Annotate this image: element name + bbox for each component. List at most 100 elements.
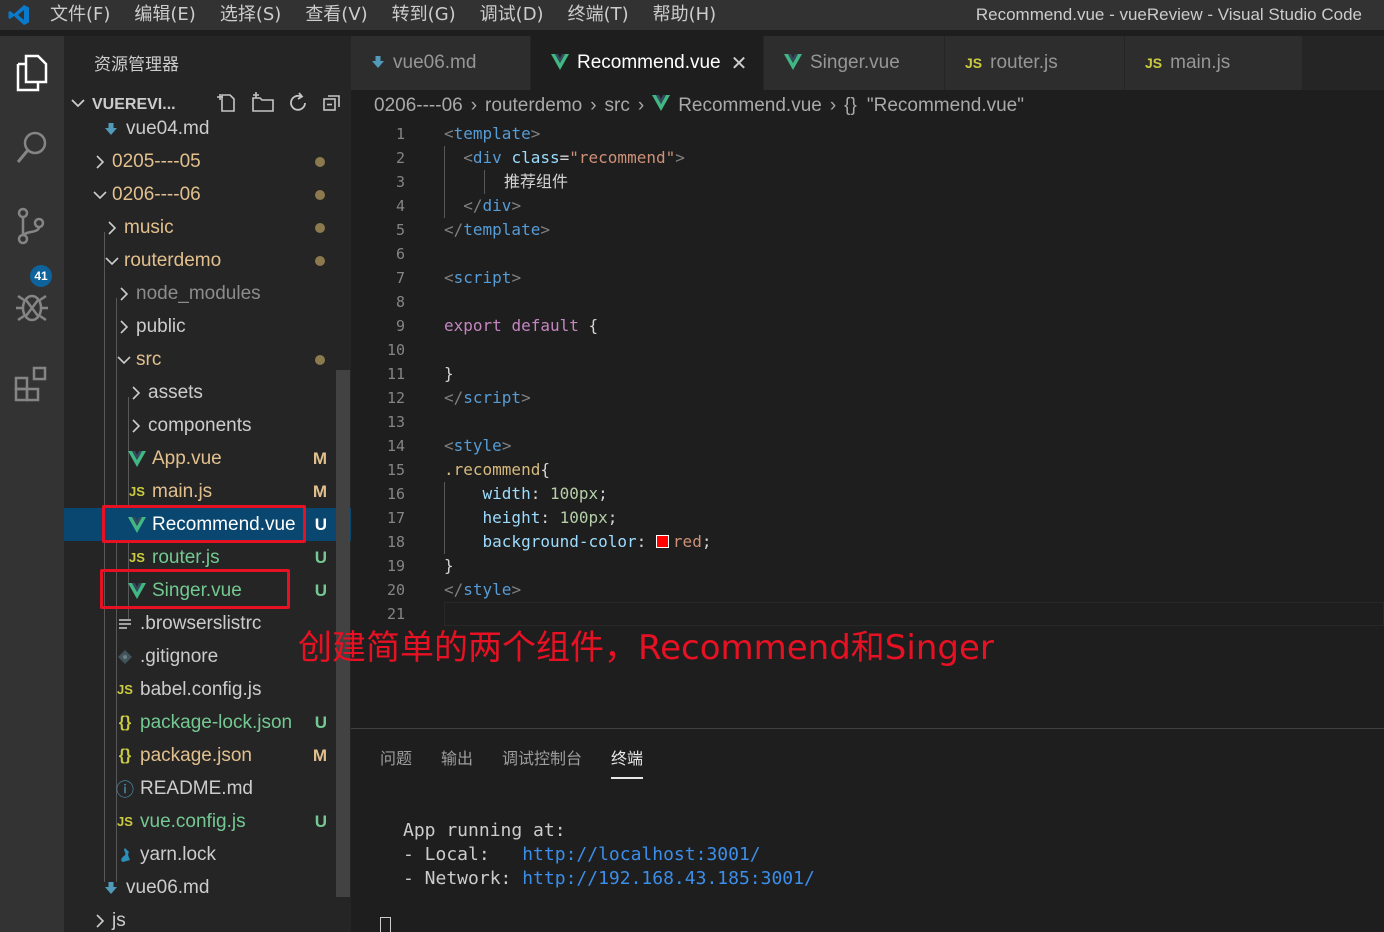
tab-vue06-md[interactable]: vue06.md bbox=[351, 36, 531, 90]
tree-item-0206-06[interactable]: 0206----06 bbox=[64, 178, 351, 211]
tree-item-babel-config-js[interactable]: JS babel.config.js bbox=[64, 673, 351, 706]
modified-dot bbox=[315, 156, 325, 167]
terminal-cursor bbox=[380, 917, 391, 932]
chevron-right-icon bbox=[116, 310, 132, 343]
local-url-link[interactable]: http://localhost:3001/ bbox=[522, 844, 760, 865]
source-control-icon[interactable] bbox=[0, 190, 64, 262]
tree-item-js[interactable]: js bbox=[64, 904, 351, 932]
terminal-line: App running at: bbox=[403, 820, 566, 841]
menu-debug[interactable]: 调试(D) bbox=[468, 0, 556, 30]
git-icon bbox=[114, 649, 136, 664]
menu-help[interactable]: 帮助(H) bbox=[641, 0, 729, 30]
javascript-icon: JS bbox=[965, 55, 983, 71]
code-line-9: export default { bbox=[444, 316, 599, 335]
menu-edit[interactable]: 编辑(E) bbox=[122, 0, 207, 30]
tab-main-js[interactable]: JS main.js bbox=[1125, 36, 1303, 90]
menu-view[interactable]: 查看(V) bbox=[293, 0, 379, 30]
tree-item-components[interactable]: components bbox=[64, 409, 351, 442]
tree-item-node-modules[interactable]: node_modules bbox=[64, 277, 351, 310]
tree-item-assets[interactable]: assets bbox=[64, 376, 351, 409]
editor-tabs: vue06.md Recommend.vue ✕ Singer.vue JS r… bbox=[351, 36, 1384, 90]
menu-go[interactable]: 转到(G) bbox=[380, 0, 468, 30]
line-number: 11 bbox=[386, 365, 405, 383]
modified-dot bbox=[315, 354, 325, 365]
javascript-icon: JS bbox=[129, 484, 145, 499]
chevron-down-icon bbox=[104, 244, 120, 277]
network-url-link[interactable]: http://192.168.43.185:3001/ bbox=[522, 868, 815, 889]
lines-icon bbox=[114, 618, 136, 630]
code-line-20: </style> bbox=[444, 580, 522, 599]
line-number: 1 bbox=[395, 125, 405, 143]
tree-item-0205-05[interactable]: 0205----05 bbox=[64, 145, 351, 178]
extensions-icon[interactable] bbox=[0, 348, 64, 420]
menu-selection[interactable]: 选择(S) bbox=[208, 0, 293, 30]
tab-problems[interactable]: 问题 bbox=[380, 745, 412, 779]
json-icon: {} bbox=[118, 746, 132, 764]
bottom-panel: 问题 输出 调试控制台 终端 App running at: - Local: h… bbox=[351, 728, 1384, 932]
tree-item-vue-config-js[interactable]: JS vue.config.js U bbox=[64, 805, 351, 838]
chevron-right-icon: › bbox=[637, 95, 645, 116]
breadcrumb-item[interactable]: "Recommend.vue" bbox=[867, 95, 1024, 117]
tab-terminal[interactable]: 终端 bbox=[611, 745, 644, 779]
line-number: 12 bbox=[386, 389, 405, 407]
vue-icon bbox=[652, 95, 671, 117]
code-line-4: </div> bbox=[463, 196, 522, 215]
tab-output[interactable]: 输出 bbox=[441, 745, 473, 779]
tab-singer-vue[interactable]: Singer.vue bbox=[764, 36, 945, 90]
color-swatch[interactable] bbox=[655, 535, 669, 548]
vue-icon bbox=[551, 53, 569, 73]
code-line-17: height: 100px; bbox=[482, 508, 618, 527]
search-icon[interactable] bbox=[0, 112, 64, 184]
chevron-right-icon bbox=[128, 409, 144, 442]
code-line-14: <style> bbox=[444, 436, 512, 455]
explorer-sidebar: 资源管理器 VUEREVI... vue04.md 0205----05 020… bbox=[64, 36, 351, 932]
close-icon[interactable]: ✕ bbox=[731, 51, 748, 76]
chevron-right-icon bbox=[92, 145, 108, 178]
tree-item-public[interactable]: public bbox=[64, 310, 351, 343]
highlight-box-singer bbox=[100, 569, 290, 609]
code-editor[interactable]: 1 2 3 4 5 6 7 8 9 10 11 12 13 14 15 16 1… bbox=[351, 122, 1384, 626]
code-line-16: width: 100px; bbox=[482, 484, 608, 503]
tree-item-package-lock-json[interactable]: {} package-lock.json U bbox=[64, 706, 351, 739]
debug-icon[interactable] bbox=[0, 270, 64, 342]
breadcrumb-item[interactable]: routerdemo bbox=[485, 95, 582, 117]
tree-item-src[interactable]: src bbox=[64, 343, 351, 376]
code-line-18: background-color: red; bbox=[482, 532, 712, 551]
line-number: 4 bbox=[395, 197, 405, 215]
panel-tabs: 问题 输出 调试控制台 终端 bbox=[380, 745, 644, 779]
breadcrumb-item[interactable]: src bbox=[605, 95, 630, 117]
json-icon: {} bbox=[118, 713, 132, 731]
tree-item-vue04-md[interactable]: vue04.md bbox=[64, 112, 351, 145]
vue-icon bbox=[126, 450, 148, 467]
tree-item-main-js[interactable]: JS main.js M bbox=[64, 475, 351, 508]
tab-router-js[interactable]: JS router.js bbox=[945, 36, 1125, 90]
tree-item-routerdemo[interactable]: routerdemo bbox=[64, 244, 351, 277]
code-line-7: <script> bbox=[444, 268, 522, 287]
line-number: 18 bbox=[386, 533, 405, 551]
chevron-down-icon bbox=[116, 343, 132, 376]
line-number: 13 bbox=[386, 413, 405, 431]
explorer-icon[interactable] bbox=[0, 36, 64, 108]
tree-item-music[interactable]: music bbox=[64, 211, 351, 244]
terminal-output[interactable]: App running at: - Local: http://localhost… bbox=[403, 819, 815, 891]
breadcrumb-item[interactable]: Recommend.vue bbox=[678, 95, 822, 117]
code-line-15: .recommend{ bbox=[444, 460, 550, 479]
tree-item-readme-md[interactable]: ⓘ README.md bbox=[64, 772, 351, 805]
code-line-3: 推荐组件 bbox=[504, 172, 569, 191]
tab-debug-console[interactable]: 调试控制台 bbox=[502, 745, 582, 779]
line-number: 10 bbox=[386, 341, 405, 359]
line-number: 2 bbox=[395, 149, 405, 167]
tree-item-yarn-lock[interactable]: yarn.lock bbox=[64, 838, 351, 871]
chevron-right-icon: › bbox=[829, 95, 837, 116]
breadcrumb-item[interactable]: 0206----06 bbox=[374, 95, 463, 117]
tab-recommend-vue[interactable]: Recommend.vue ✕ bbox=[531, 36, 764, 90]
tree-item-vue06-md[interactable]: vue06.md bbox=[64, 871, 351, 904]
title-bar: 文件(F) 编辑(E) 选择(S) 查看(V) 转到(G) 调试(D) 终端(T… bbox=[0, 0, 1384, 30]
chevron-right-icon bbox=[116, 277, 132, 310]
tree-item-package-json[interactable]: {} package.json M bbox=[64, 739, 351, 772]
menu-file[interactable]: 文件(F) bbox=[38, 0, 122, 30]
menu-terminal[interactable]: 终端(T) bbox=[556, 0, 641, 30]
line-number: 8 bbox=[395, 293, 405, 311]
javascript-icon: JS bbox=[129, 550, 145, 565]
tree-item-app-vue[interactable]: App.vue M bbox=[64, 442, 351, 475]
